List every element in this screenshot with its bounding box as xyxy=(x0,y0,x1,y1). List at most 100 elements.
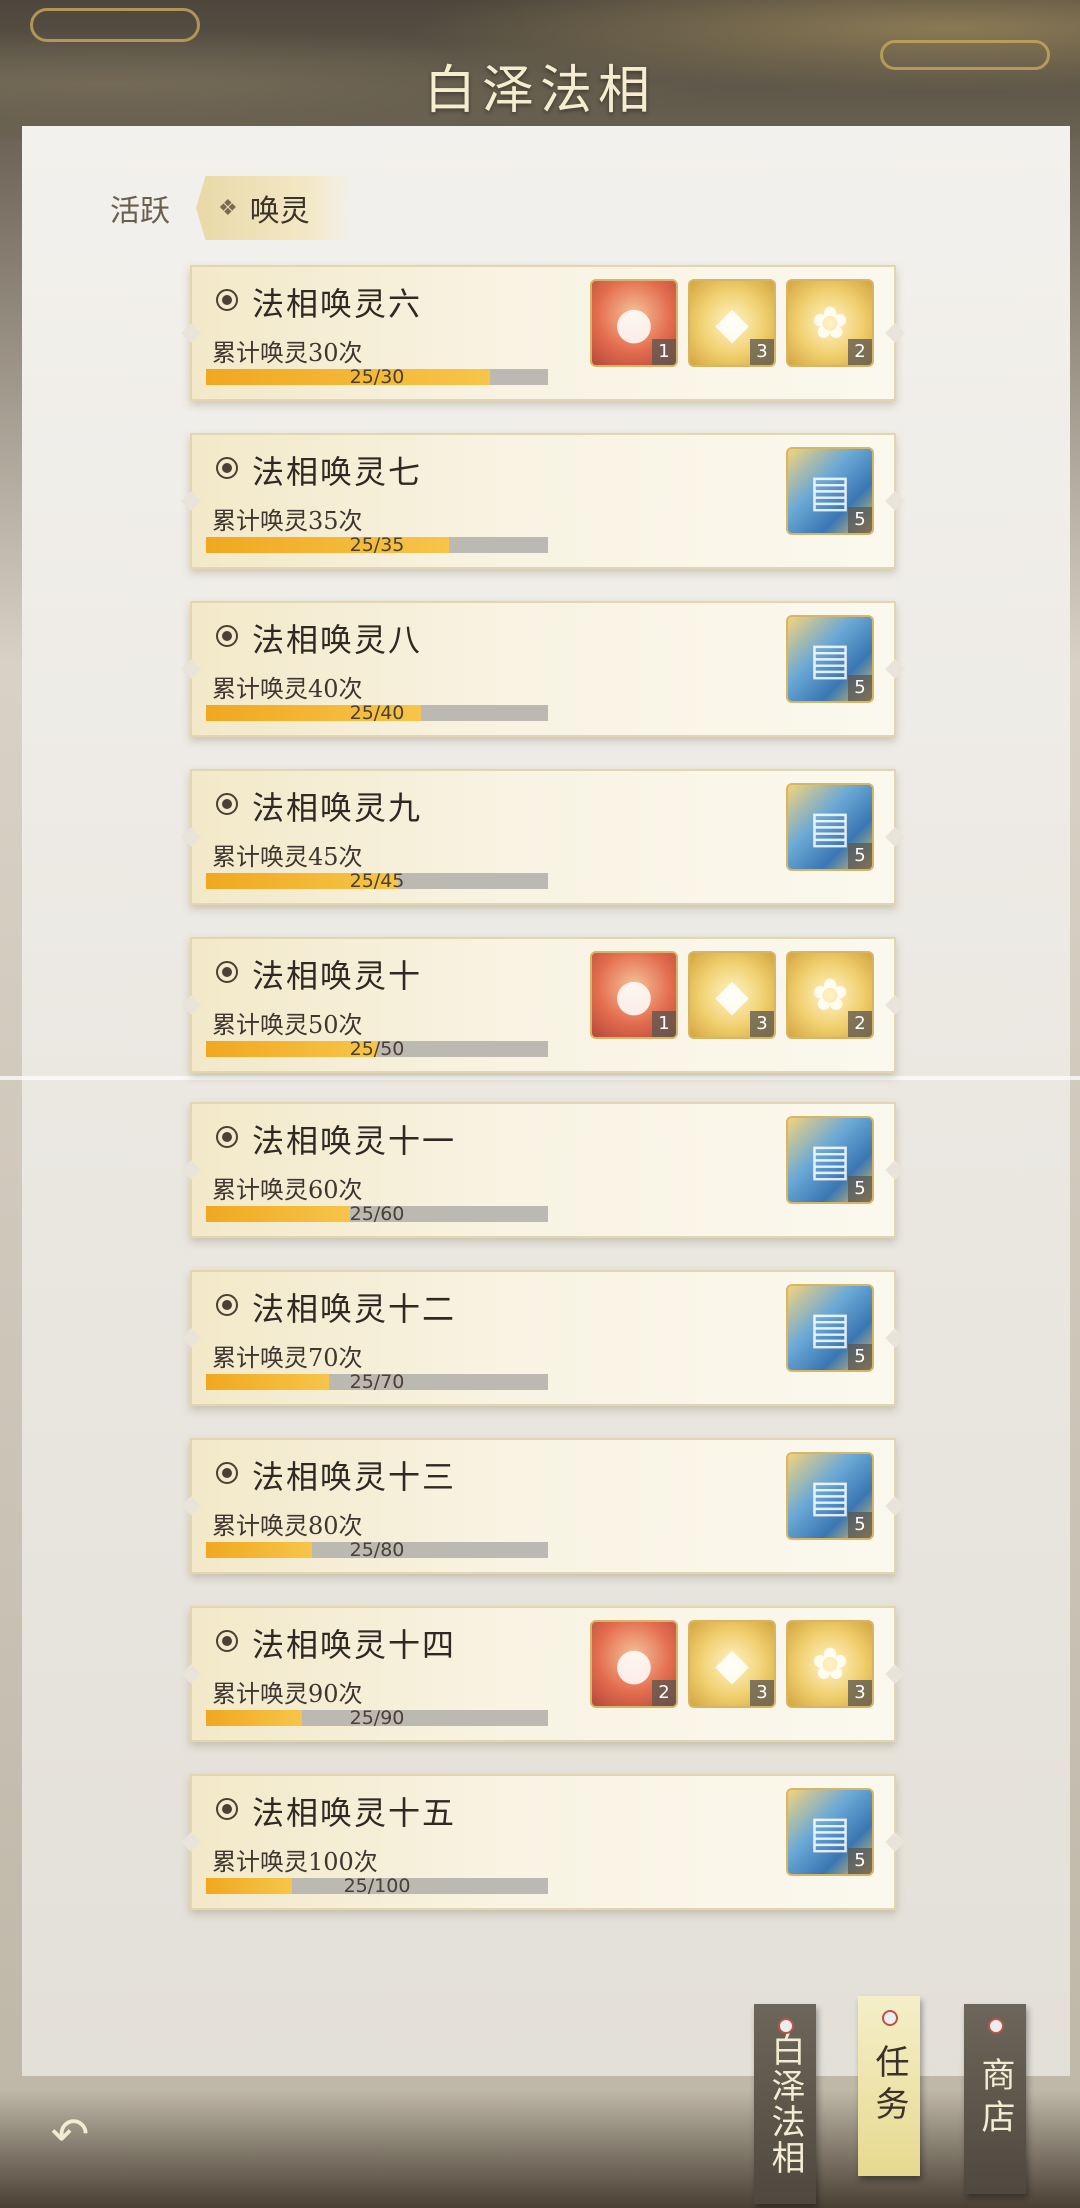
radio-dot-icon xyxy=(216,1630,238,1652)
task-card[interactable]: 法相唤灵八 累计唤灵40次 25/40 ▤ 5 xyxy=(190,601,896,737)
back-arrow-icon[interactable]: ↶ xyxy=(40,2106,100,2162)
side-tag-baize-label: 白泽法相 xyxy=(765,2032,805,2176)
card-pack-icon[interactable]: ▤ 5 xyxy=(786,783,874,871)
progress-text: 25/70 xyxy=(349,1371,405,1393)
task-name: 法相唤灵九 xyxy=(252,789,423,827)
task-name: 法相唤灵十 xyxy=(252,957,423,995)
reward-count: 3 xyxy=(750,339,774,365)
red-orb-icon[interactable]: ● 1 xyxy=(590,279,678,367)
task-card[interactable]: 法相唤灵九累计唤灵45次 25/45 ▤ 5 xyxy=(190,769,896,905)
progress-bar: 25/35 xyxy=(206,534,548,556)
task-description: 累计唤灵60次 xyxy=(212,1176,363,1204)
reward-count: 3 xyxy=(750,1680,774,1706)
reward-count: 5 xyxy=(848,1512,872,1538)
task-name: 法相唤灵十三 xyxy=(252,1458,457,1496)
side-tag-baize[interactable]: 白泽法相 xyxy=(754,2004,816,2204)
progress-bar: 25/90 xyxy=(206,1707,548,1729)
card-pack-icon[interactable]: ▤ 5 xyxy=(786,447,874,535)
progress-bar: 25/40 xyxy=(206,702,548,724)
task-name: 法相唤灵十四 xyxy=(252,1626,457,1664)
reward-count: 5 xyxy=(848,675,872,701)
panel-divider xyxy=(0,1076,1080,1080)
character-portrait-icon[interactable]: ◆ 3 xyxy=(688,279,776,367)
reward-count: 2 xyxy=(652,1680,676,1706)
character-portrait-icon[interactable]: ◆ 3 xyxy=(688,951,776,1039)
card-pack-icon[interactable]: ▤ 5 xyxy=(786,1452,874,1540)
progress-bar: 25/30 xyxy=(206,366,548,388)
progress-text: 25/40 xyxy=(349,702,405,724)
reward-count: 5 xyxy=(848,843,872,869)
radio-dot-icon xyxy=(216,1798,238,1820)
progress-bar: 25/45 xyxy=(206,870,548,892)
task-card[interactable]: 法相唤灵十二累计唤灵70次 25/70 ▤ 5 xyxy=(190,1270,896,1406)
progress-bar: 25/60 xyxy=(206,1203,548,1225)
radio-dot-icon xyxy=(216,1294,238,1316)
radio-dot-icon xyxy=(216,961,238,983)
card-pack-icon[interactable]: ▤ 5 xyxy=(786,615,874,703)
red-orb-icon[interactable]: ● 2 xyxy=(590,1620,678,1708)
reward-count: 1 xyxy=(652,339,676,365)
lotus-icon[interactable]: ✿ 2 xyxy=(786,279,874,367)
radio-dot-icon xyxy=(216,793,238,815)
progress-bar: 25/50 xyxy=(206,1038,548,1060)
reward-list: ▤ 5 xyxy=(786,615,874,703)
lotus-icon[interactable]: ✿ 3 xyxy=(786,1620,874,1708)
task-card[interactable]: 法相唤灵十五 累计唤灵100次 25/100 ▤ 5 xyxy=(190,1774,896,1910)
page-title: 白泽法相 xyxy=(423,61,656,121)
lotus-icon[interactable]: ✿ 2 xyxy=(786,951,874,1039)
task-card[interactable]: 法相唤灵十 累计唤灵50次 25/50 ● 1 ◆ 3 ✿ 2 xyxy=(190,937,896,1073)
radio-dot-icon xyxy=(216,625,238,647)
side-tag-tasks[interactable]: 任务 xyxy=(858,1996,920,2176)
reward-list: ● 2 ◆ 3 ✿ 3 xyxy=(590,1620,874,1708)
task-card[interactable]: 法相唤灵七累计唤灵35次 25/35 ▤ 5 xyxy=(190,433,896,569)
card-pack-icon[interactable]: ▤ 5 xyxy=(786,1284,874,1372)
reward-list: ● 1 ◆ 3 ✿ 2 xyxy=(590,279,874,367)
task-description: 累计唤灵40次 xyxy=(212,675,363,703)
tab-huoyue[interactable]: 活跃 xyxy=(110,186,170,230)
progress-text: 25/80 xyxy=(349,1539,405,1561)
reward-list: ● 1 ◆ 3 ✿ 2 xyxy=(590,951,874,1039)
reward-list: ▤ 5 xyxy=(786,783,874,871)
reward-list: ▤ 5 xyxy=(786,447,874,535)
card-pack-icon[interactable]: ▤ 5 xyxy=(786,1116,874,1204)
diamond-icon: ❖ xyxy=(218,195,238,221)
reward-list: ▤ 5 xyxy=(786,1116,874,1204)
progress-bar: 25/100 xyxy=(206,1875,548,1897)
reward-count: 5 xyxy=(848,1848,872,1874)
progress-text: 25/30 xyxy=(349,366,405,388)
radio-dot-icon xyxy=(216,1462,238,1484)
task-description: 累计唤灵45次 xyxy=(212,843,363,871)
red-orb-icon[interactable]: ● 1 xyxy=(590,951,678,1039)
reward-count: 2 xyxy=(848,1011,872,1037)
character-portrait-icon[interactable]: ◆ 3 xyxy=(688,1620,776,1708)
reward-count: 5 xyxy=(848,1344,872,1370)
tab-huanling-label: 唤灵 xyxy=(249,194,310,229)
radio-dot-icon xyxy=(216,457,238,479)
task-name: 法相唤灵十二 xyxy=(252,1290,457,1328)
reward-list: ▤ 5 xyxy=(786,1452,874,1540)
tab-bar: 活跃 ❖ 唤灵 xyxy=(110,176,354,240)
task-description: 累计唤灵100次 xyxy=(212,1848,378,1876)
task-description: 累计唤灵70次 xyxy=(212,1344,363,1372)
tab-huanling[interactable]: ❖ 唤灵 xyxy=(196,176,354,240)
progress-text: 25/50 xyxy=(349,1038,405,1060)
card-pack-icon[interactable]: ▤ 5 xyxy=(786,1788,874,1876)
radio-dot-icon xyxy=(216,289,238,311)
task-description: 累计唤灵90次 xyxy=(212,1680,363,1708)
task-card[interactable]: 法相唤灵六 累计唤灵30次 25/30 ● 1 ◆ 3 ✿ 2 xyxy=(190,265,896,401)
task-card[interactable]: 法相唤灵十一累计唤灵60次 25/60 ▤ 5 xyxy=(190,1102,896,1238)
reward-list: ▤ 5 xyxy=(786,1284,874,1372)
reward-count: 1 xyxy=(652,1011,676,1037)
task-name: 法相唤灵七 xyxy=(252,453,423,491)
task-description: 累计唤灵30次 xyxy=(212,339,363,367)
task-name: 法相唤灵十一 xyxy=(252,1122,457,1160)
side-tag-shop-label: 商店 xyxy=(975,2057,1015,2141)
side-tag-shop[interactable]: 商店 xyxy=(964,2004,1026,2194)
task-description: 累计唤灵35次 xyxy=(212,507,363,535)
reward-count: 3 xyxy=(848,1680,872,1706)
task-card[interactable]: 法相唤灵十四累计唤灵90次 25/90 ● 2 ◆ 3 ✿ 3 xyxy=(190,1606,896,1742)
progress-text: 25/90 xyxy=(349,1707,405,1729)
progress-text: 25/60 xyxy=(349,1203,405,1225)
task-card[interactable]: 法相唤灵十三 累计唤灵80次 25/80 ▤ 5 xyxy=(190,1438,896,1574)
reward-count: 2 xyxy=(848,339,872,365)
